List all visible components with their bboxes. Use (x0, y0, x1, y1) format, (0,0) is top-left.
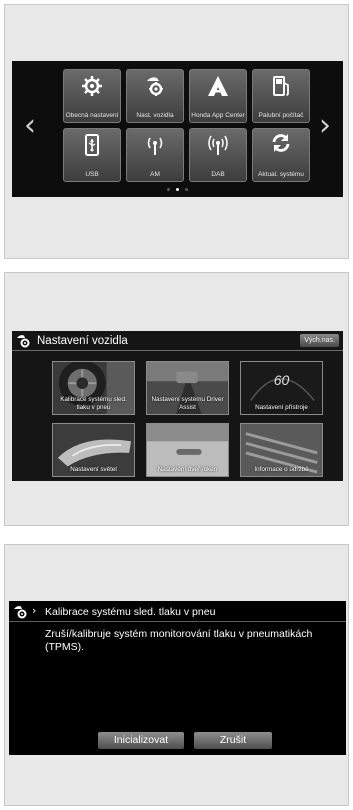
tile-label: AM (150, 170, 160, 178)
initialize-button[interactable]: Inicializovat (98, 732, 184, 749)
cancel-button[interactable]: Zrušit (194, 732, 272, 749)
card-label: Nastavení systému Driver Assist (151, 396, 224, 411)
page-indicator (12, 188, 343, 191)
card-label: Kalibrace systému sled. tlaku v pneu (60, 396, 127, 411)
tile-label: DAB (211, 170, 225, 178)
home-menu-screen: ‹ › Obecná nastavení Nast. vozidla Honda… (12, 61, 343, 197)
tile-label: Nast. vozidla (136, 111, 174, 119)
tile-general-settings[interactable]: Obecná nastavení (63, 69, 121, 123)
tile-vehicle-settings[interactable]: Nast. vozidla (126, 69, 184, 123)
page-dot-active[interactable] (176, 188, 179, 191)
card-label: Nastavení přístroje (255, 403, 308, 411)
tpms-calibration-screen: › Kalibrace systému sled. tlaku v pneu Z… (9, 601, 346, 755)
vehicle-gear-icon (13, 605, 29, 624)
vehicle-settings-header: Nastavení vozidla Vých.nas. (12, 331, 343, 351)
card-meter-settings[interactable]: 60 Nastavení přístroje (240, 361, 323, 415)
page-title: Kalibrace systému sled. tlaku v pneu (45, 606, 216, 618)
chevron-right-icon: › (32, 604, 37, 617)
gear-icon (64, 75, 120, 99)
defaults-button[interactable]: Vých.nas. (300, 334, 339, 347)
gauge-value: 60 (273, 372, 290, 388)
vehicle-gear-icon (16, 334, 32, 353)
tile-label: Honda App Center (191, 111, 245, 119)
card-lighting-settings[interactable]: Nastavení světel (52, 423, 135, 477)
previous-page-arrow-icon[interactable]: ‹ (24, 111, 36, 141)
tile-trip-computer[interactable]: Palubní počítač (252, 69, 310, 123)
vehicle-settings-screen: Nastavení vozidla Vých.nas. Kalibrace sy… (12, 331, 343, 481)
vehicle-gear-icon (127, 75, 183, 99)
app-center-icon (190, 75, 246, 99)
home-menu-panel: ‹ › Obecná nastavení Nast. vozidla Honda… (4, 4, 349, 259)
card-driver-assist[interactable]: Nastavení systému Driver Assist (146, 361, 229, 415)
page-dot[interactable] (167, 188, 170, 191)
tile-label: Obecná nastavení (65, 111, 119, 119)
card-label: Nastavení světel (70, 465, 117, 473)
tile-label: Palubní počítač (258, 111, 304, 119)
card-doors-windows[interactable]: Nastavení dveří/oken (146, 423, 229, 477)
tile-system-update[interactable]: Aktual. systému (252, 128, 310, 182)
tile-dab[interactable]: DAB (189, 128, 247, 182)
tile-am[interactable]: AM (126, 128, 184, 182)
page-dot[interactable] (185, 188, 188, 191)
fuel-pump-icon (253, 75, 309, 99)
card-maintenance-info[interactable]: Informace o údržbě (240, 423, 323, 477)
card-label: Nastavení dveří/oken (157, 465, 218, 473)
tpms-calibration-panel: › Kalibrace systému sled. tlaku v pneu Z… (4, 544, 349, 806)
card-tpms-calibration[interactable]: Kalibrace systému sled. tlaku v pneu (52, 361, 135, 415)
tile-usb[interactable]: USB (63, 128, 121, 182)
radio-antenna-icon (190, 134, 246, 158)
tile-label: Aktual. systému (258, 170, 304, 178)
next-page-arrow-icon[interactable]: › (319, 111, 331, 141)
tile-label: USB (85, 170, 99, 178)
page-title: Nastavení vozidla (37, 335, 128, 347)
refresh-icon (253, 132, 309, 156)
card-label: Informace o údržbě (254, 465, 309, 473)
vehicle-settings-panel: Nastavení vozidla Vých.nas. Kalibrace sy… (4, 272, 349, 526)
tpms-header: › Kalibrace systému sled. tlaku v pneu (9, 601, 346, 622)
radio-antenna-icon (127, 134, 183, 158)
description-text: Zruší/kalibruje systém monitorování tlak… (45, 628, 313, 653)
usb-icon (64, 134, 120, 158)
tile-honda-app-center[interactable]: Honda App Center (189, 69, 247, 123)
